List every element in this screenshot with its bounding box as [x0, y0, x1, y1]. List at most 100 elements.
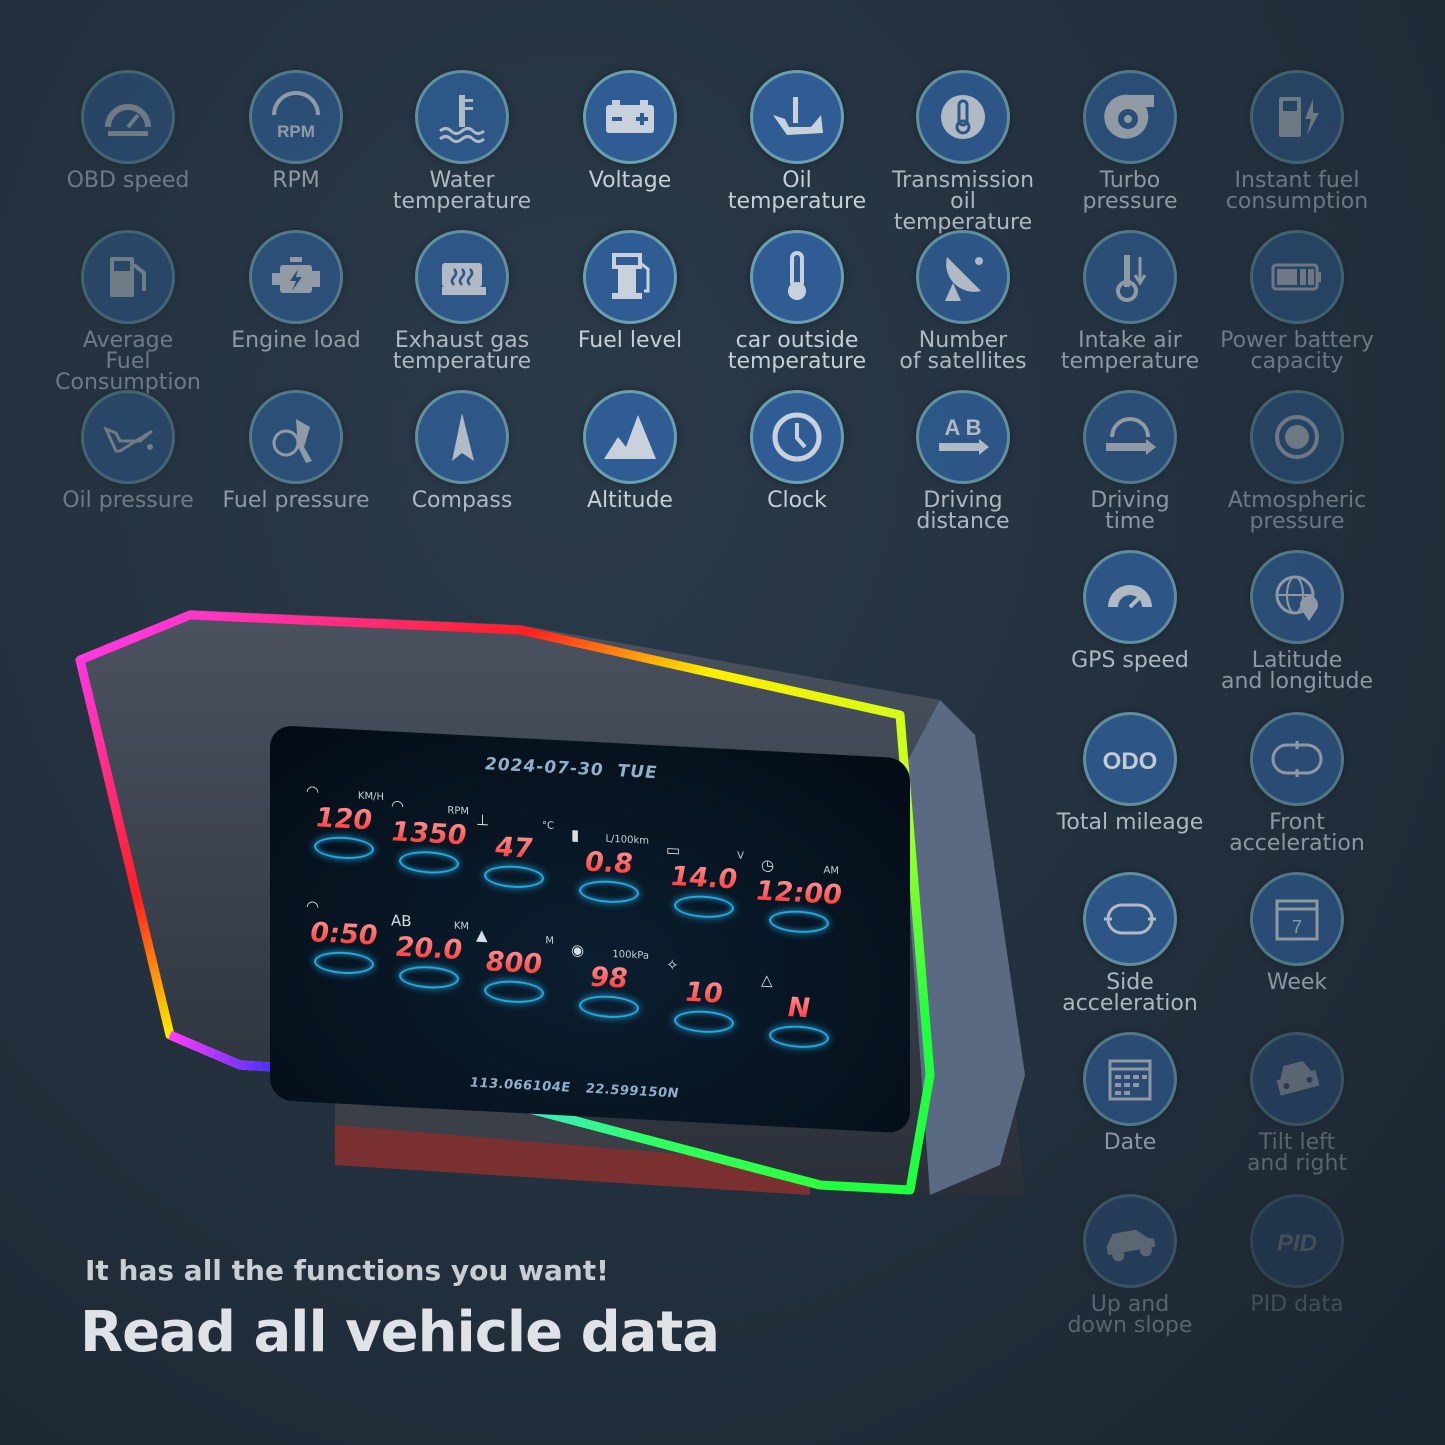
- screen-reading: ▮ L/100km 0.8: [565, 825, 653, 905]
- feature-label: Turbo pressure: [1082, 168, 1178, 214]
- reading-value: 1350: [385, 816, 473, 852]
- feature-label: Total mileage: [1056, 810, 1204, 835]
- fuel-pump-bolt-icon: [1250, 70, 1344, 164]
- battery-icon: [583, 70, 677, 164]
- feature-label: Latitude and longitude: [1220, 648, 1374, 694]
- reading-value: 98: [565, 960, 653, 996]
- feature-label: Fuel pressure: [222, 488, 370, 513]
- feature-label: Compass: [411, 488, 513, 513]
- feature-item: Driving time: [1045, 390, 1215, 534]
- engine-icon: [249, 230, 343, 324]
- feature-label: Side acceleration: [1062, 970, 1198, 1016]
- feature-label: Driving distance: [916, 488, 1010, 534]
- feature-label: Driving time: [1090, 488, 1170, 534]
- reading-value: 47: [470, 830, 558, 866]
- feature-label: PID data: [1250, 1292, 1344, 1317]
- feature-item: car outside temperature: [712, 230, 882, 373]
- mountain-icon: [583, 390, 677, 484]
- feature-item: Compass: [377, 390, 547, 513]
- svg-text:A B: A B: [944, 415, 981, 440]
- feature-item: Power battery capacity: [1212, 230, 1382, 374]
- feature-item: Atmospheric pressure: [1212, 390, 1382, 534]
- feature-label: OBD speed: [66, 168, 190, 193]
- tagline: It has all the functions you want!: [85, 1254, 609, 1287]
- hologram-pad: [769, 909, 829, 935]
- feature-item: Side acceleration: [1045, 872, 1215, 1016]
- feature-item: Up and down slope: [1045, 1194, 1215, 1338]
- feature-label: Engine load: [231, 328, 361, 353]
- feature-label: Power battery capacity: [1220, 328, 1374, 374]
- screen-reading: ◠ RPM 1350: [385, 796, 473, 876]
- reading-unit: AM: [823, 865, 839, 877]
- pid-icon: PID: [1250, 1194, 1344, 1288]
- screen-coordinates: 113.066104E 22.599150N: [470, 1075, 679, 1102]
- feature-label: Transmission oil temperature: [891, 168, 1035, 235]
- feature-item: Turbo pressure: [1045, 70, 1215, 214]
- feature-label: Voltage: [588, 168, 672, 193]
- feature-label: Number of satellites: [899, 328, 1027, 374]
- fuel-pump-icon: [81, 230, 175, 324]
- feature-item: PID PID data: [1212, 1194, 1382, 1317]
- hologram-pad: [769, 1024, 829, 1050]
- rpm-gauge-icon: RPM: [249, 70, 343, 164]
- hologram-pad: [484, 979, 544, 1005]
- screen-reading: △ N: [755, 970, 843, 1050]
- feature-item: ODO Total mileage: [1045, 712, 1215, 835]
- fuel-station-icon: [583, 230, 677, 324]
- feature-item: Date: [1045, 1032, 1215, 1154]
- feature-item: Transmission oil temperature: [878, 70, 1048, 235]
- svg-text:ODO: ODO: [1103, 748, 1158, 775]
- feature-item: Latitude and longitude: [1212, 550, 1382, 694]
- feature-item: Fuel pressure: [211, 390, 381, 513]
- reading-value: N: [755, 990, 843, 1026]
- pressure-gauge-icon: [1250, 390, 1344, 484]
- screen-reading: ◠ 0:50: [300, 897, 388, 977]
- feature-label: Fuel level: [577, 328, 683, 353]
- oil-can-thermometer-icon: [750, 70, 844, 164]
- reading-unit: 100kPa: [612, 948, 649, 962]
- reading-unit: °C: [542, 820, 554, 832]
- screen-reading: ✧ 10: [660, 955, 748, 1035]
- screen-reading: ◉ 100kPa 98: [565, 940, 653, 1020]
- feature-item: OBD speed: [43, 70, 213, 193]
- hologram-pad: [579, 994, 639, 1020]
- feature-label: Atmospheric pressure: [1227, 488, 1367, 534]
- clock-icon: [750, 390, 844, 484]
- thermometer-icon: [750, 230, 844, 324]
- feature-label: Instant fuel consumption: [1225, 168, 1369, 214]
- feature-item: Intake air temperature: [1045, 230, 1215, 374]
- feature-item: Fuel level: [545, 230, 715, 353]
- screen-reading: ⊥ °C 47: [470, 810, 558, 890]
- gps-speedometer-icon: [1083, 550, 1177, 644]
- hologram-pad: [674, 1009, 734, 1035]
- car-slope-icon: [1083, 1194, 1177, 1288]
- feature-label: Intake air temperature: [1060, 328, 1200, 374]
- screen-reading: ▲ M 800: [470, 925, 558, 1005]
- calendar-week-icon: 7: [1250, 872, 1344, 966]
- feature-item: Voltage: [545, 70, 715, 193]
- feature-item: Exhaust gas temperature: [377, 230, 547, 373]
- feature-item: Number of satellites: [878, 230, 1048, 374]
- feature-item: Clock: [712, 390, 882, 513]
- feature-label: Oil pressure: [62, 488, 194, 513]
- compass-arrow-icon: [415, 390, 509, 484]
- screen-reading: AB KM 20.0: [385, 911, 473, 991]
- gear-thermometer-icon: [916, 70, 1010, 164]
- reading-unit: RPM: [447, 805, 469, 818]
- feature-label: Clock: [767, 488, 827, 513]
- oil-can-icon: [81, 390, 175, 484]
- odo-icon: ODO: [1083, 712, 1177, 806]
- feature-label: Average Fuel Consumption: [55, 328, 201, 395]
- feature-label: RPM: [272, 168, 320, 193]
- reading-unit: V: [737, 850, 744, 862]
- hologram-pad: [314, 835, 374, 861]
- feature-label: Up and down slope: [1067, 1292, 1193, 1338]
- globe-pin-icon: [1250, 550, 1344, 644]
- screen-date: 2024-07-30 TUE: [485, 754, 658, 784]
- feature-item: Altitude: [545, 390, 715, 512]
- feature-item: Instant fuel consumption: [1212, 70, 1382, 214]
- feature-item: Water temperature: [377, 70, 547, 213]
- reading-value: 120: [300, 802, 388, 838]
- svg-text:7: 7: [1292, 917, 1302, 937]
- feature-label: Oil temperature: [727, 168, 867, 214]
